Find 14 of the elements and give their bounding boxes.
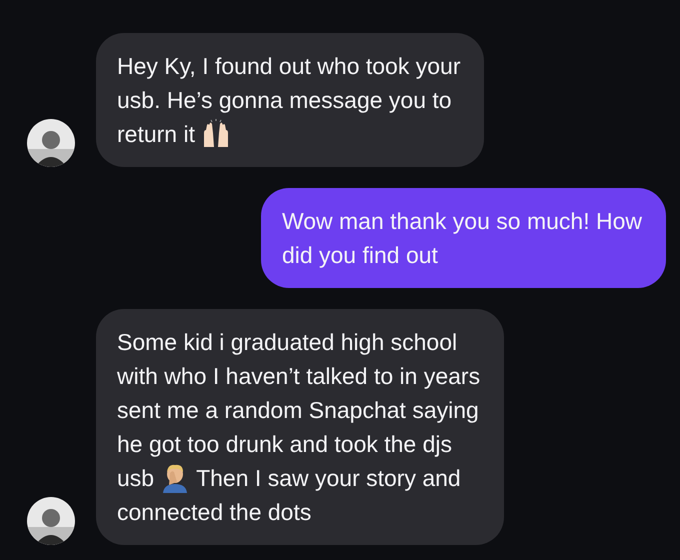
message-text: with who I haven’t talked to in years: [117, 362, 480, 391]
message-text: connected the dots: [117, 498, 312, 527]
message-text: usb. He’s gonna message you to: [117, 86, 452, 115]
message-text: Wow man thank you so much! How: [282, 207, 642, 236]
message-text: Hey Ky, I found out who took your: [117, 52, 460, 81]
avatar: [27, 497, 75, 545]
avatar: [27, 119, 75, 167]
message-text: Then I saw your story and: [196, 464, 461, 493]
message-text: he got too drunk and took the djs: [117, 430, 452, 459]
message-text: sent me a random Snapchat saying: [117, 396, 479, 425]
message-text: did you find out: [282, 241, 438, 270]
message-text: Some kid i graduated high school: [117, 328, 458, 357]
message-text: usb: [117, 464, 154, 493]
message-text: return it: [117, 120, 195, 149]
